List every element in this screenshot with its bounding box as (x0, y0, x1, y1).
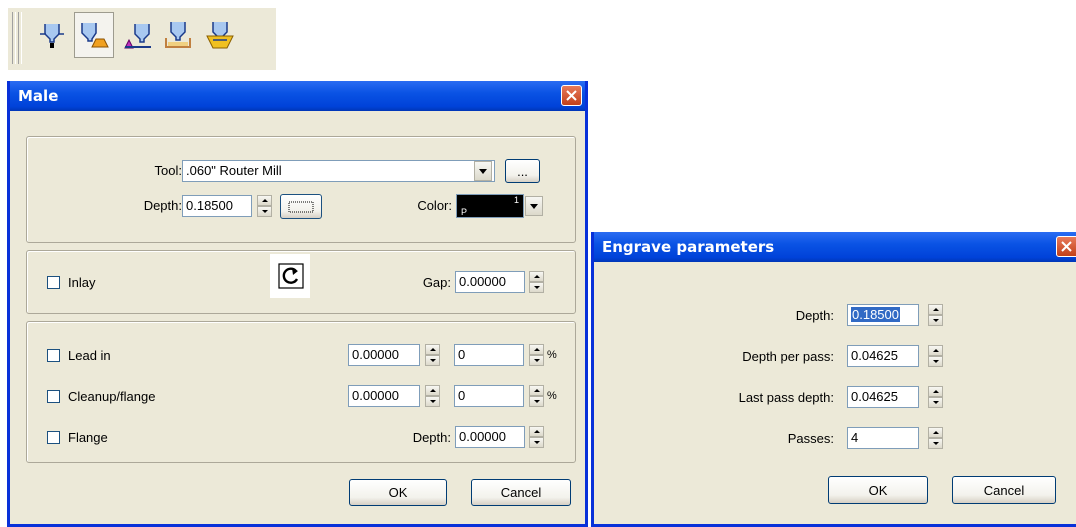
lead-in-input-value: 0.00000 (352, 347, 399, 362)
male-inlay-tool-icon (81, 23, 109, 48)
depth-per-pass-value: 0.04625 (851, 348, 898, 363)
male-dialog-titlebar[interactable]: Male (10, 81, 585, 111)
depth-label: Depth: (143, 198, 182, 213)
color-swatch[interactable]: P 1 (456, 194, 524, 218)
gap-spinner[interactable] (529, 271, 544, 293)
male-dialog-title: Male (18, 87, 59, 105)
cleanup-input-value: 0.00000 (352, 388, 399, 403)
cleanup-percent-input[interactable]: 0 (454, 385, 524, 407)
tool-label: Tool: (154, 163, 182, 178)
color-swatch-text-b: 1 (513, 195, 519, 205)
depth-input[interactable]: 0.18500 (182, 195, 252, 217)
cleanup-percent-value: 0 (458, 388, 466, 403)
engrave-depth-value: 0.18500 (851, 307, 900, 322)
flange-label: Flange (68, 430, 108, 445)
depth-per-pass-input[interactable]: 0.04625 (847, 345, 919, 367)
last-pass-depth-value: 0.04625 (851, 389, 898, 404)
inlay-checkbox[interactable] (47, 276, 60, 289)
passes-value: 4 (851, 430, 859, 445)
engrave-depth-input[interactable]: 0.18500 (847, 304, 919, 326)
cleanup-checkbox[interactable] (47, 390, 60, 403)
tool-group (26, 136, 576, 243)
pocket-flange-tool-button[interactable] (200, 12, 240, 58)
flange-depth-input[interactable]: 0.00000 (455, 426, 525, 448)
tool-browse-button[interactable]: ... (505, 159, 540, 183)
pocket-flange-tool-icon (206, 22, 234, 49)
cleanup-label: Cleanup/flange (68, 389, 156, 404)
close-icon (1061, 241, 1072, 252)
lead-in-percent-sign: % (547, 349, 557, 361)
pocket-tool-icon (165, 22, 191, 48)
lead-in-label: Lead in (68, 348, 111, 363)
lead-in-input[interactable]: 0.00000 (348, 344, 420, 366)
tool-toolbar (8, 8, 276, 70)
toolbar-grip-2[interactable] (18, 12, 22, 64)
cleanup-input[interactable]: 0.00000 (348, 385, 420, 407)
male-ok-button[interactable]: OK (349, 479, 447, 506)
engrave-dialog-close-button[interactable] (1056, 236, 1076, 257)
tool-browse-label: ... (517, 163, 528, 179)
pocket-tool-button[interactable] (158, 12, 198, 58)
lead-in-percent-value: 0 (458, 347, 466, 362)
engrave-dialog-title: Engrave parameters (602, 238, 775, 256)
female-inlay-tool-icon (124, 24, 151, 49)
engrave-dialog: Engrave parameters Depth: 0.18500 Depth … (591, 232, 1076, 527)
last-pass-depth-input[interactable]: 0.04625 (847, 386, 919, 408)
female-inlay-tool-button[interactable] (118, 12, 158, 58)
flange-depth-input-value: 0.00000 (459, 429, 506, 444)
male-dialog-close-button[interactable] (561, 85, 582, 106)
male-dialog: Male Tool: .060" Router Mill ... Depth: … (7, 81, 588, 527)
engrave-tool-button[interactable] (32, 12, 72, 58)
male-cancel-button[interactable]: Cancel (471, 479, 571, 506)
depth-pick-button[interactable] (280, 194, 322, 219)
color-dropdown-button[interactable] (525, 196, 543, 216)
passes-label: Passes: (787, 431, 834, 446)
male-cancel-label: Cancel (500, 485, 542, 500)
depth-per-pass-spinner[interactable] (928, 345, 943, 367)
last-pass-depth-label: Last pass depth: (738, 390, 834, 405)
lead-in-percent-input[interactable]: 0 (454, 344, 524, 366)
last-pass-depth-spinner[interactable] (928, 386, 943, 408)
flange-checkbox[interactable] (47, 431, 60, 444)
gap-input[interactable]: 0.00000 (455, 271, 525, 293)
engrave-ok-button[interactable]: OK (828, 476, 928, 504)
cleanup-percent-sign: % (547, 390, 557, 402)
engrave-cancel-button[interactable]: Cancel (952, 476, 1056, 504)
passes-input[interactable]: 4 (847, 427, 919, 449)
tool-select-value: .060" Router Mill (186, 163, 282, 178)
depth-input-value: 0.18500 (186, 198, 233, 213)
gap-input-value: 0.00000 (459, 274, 506, 289)
lead-in-percent-spinner[interactable] (529, 344, 544, 366)
male-inlay-tool-button[interactable] (74, 12, 114, 58)
tool-select[interactable]: .060" Router Mill (182, 160, 495, 182)
close-icon (566, 90, 577, 101)
lead-in-checkbox[interactable] (47, 349, 60, 362)
engrave-depth-label: Depth: (795, 308, 834, 323)
dotted-rect-icon (288, 201, 314, 212)
male-ok-label: OK (388, 485, 408, 500)
flange-depth-label: Depth: (412, 430, 451, 445)
cleanup-percent-spinner[interactable] (529, 385, 544, 407)
inlay-label: Inlay (68, 275, 96, 290)
engrave-dialog-titlebar[interactable]: Engrave parameters (594, 232, 1076, 262)
tool-dropdown-button[interactable] (474, 161, 492, 181)
gap-label: Gap: (422, 275, 451, 290)
color-label: Color: (417, 198, 452, 213)
engrave-ok-label: OK (868, 482, 888, 498)
lead-in-spinner[interactable] (425, 344, 440, 366)
direction-toggle[interactable] (270, 254, 310, 298)
engrave-cancel-label: Cancel (983, 482, 1025, 498)
cleanup-spinner[interactable] (425, 385, 440, 407)
toolbar-grip[interactable] (12, 12, 16, 64)
depth-spinner[interactable] (257, 195, 272, 217)
depth-per-pass-label: Depth per pass: (742, 349, 834, 364)
engrave-depth-spinner[interactable] (928, 304, 943, 326)
flange-depth-spinner[interactable] (529, 426, 544, 448)
engrave-tool-icon (40, 24, 64, 48)
rotate-clockwise-icon (278, 263, 304, 289)
color-swatch-text-a: P (461, 207, 468, 217)
passes-spinner[interactable] (928, 427, 943, 449)
